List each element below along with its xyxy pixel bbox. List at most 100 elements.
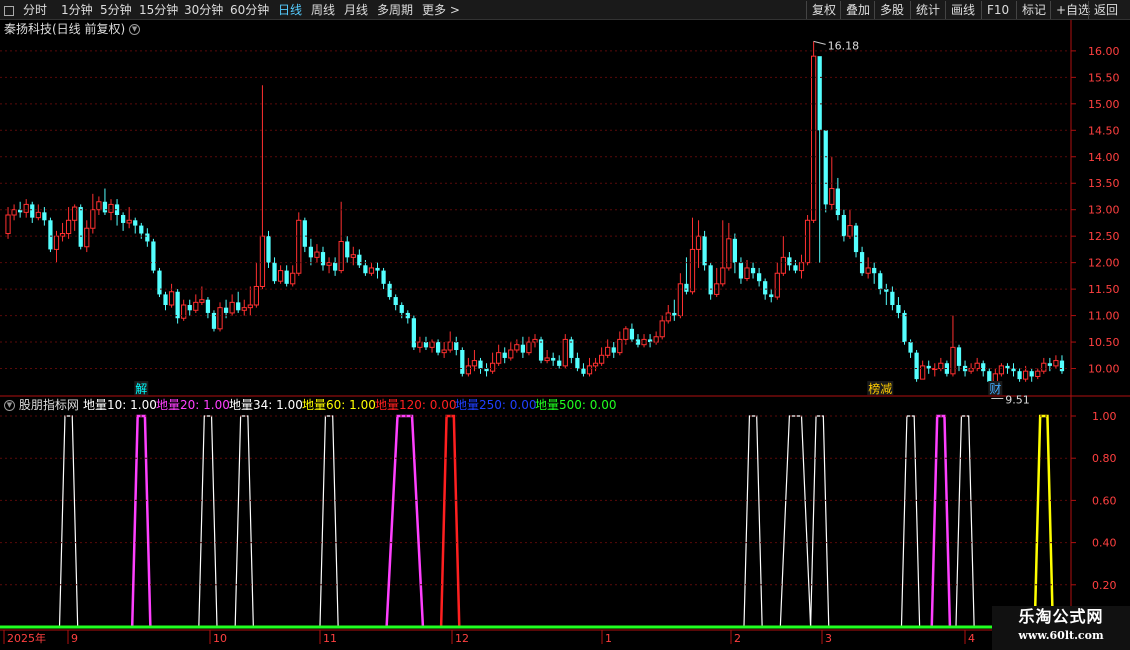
indicator-label-dl120: 地量120: 0.00 [375, 398, 457, 412]
candle-body [938, 362, 944, 370]
candle-body [1011, 368, 1016, 372]
candle-body [363, 265, 368, 274]
candle-body [387, 283, 392, 298]
candle-body [769, 294, 774, 298]
candle-body [478, 360, 483, 369]
price-axis: 16.00 15.50 15.00 14.50 14.00 13.50 13.00 12.50… [0, 45, 1120, 376]
candle-body [120, 215, 126, 223]
price-tick-label: 10.50 [1088, 336, 1120, 349]
candle-body [720, 267, 726, 285]
candle-body [872, 267, 877, 274]
candle-body [780, 256, 786, 274]
candle-body [623, 328, 629, 340]
price-tick-label: 11.00 [1088, 310, 1120, 323]
price-tick-label: 12.00 [1088, 257, 1120, 270]
candle-body [90, 209, 96, 229]
candle-body [205, 299, 211, 313]
candle-body [829, 188, 835, 205]
time-tick-label: 4 [968, 632, 975, 645]
candle-body [1059, 360, 1065, 372]
indicator-pulse [234, 415, 254, 628]
candle-body [617, 338, 623, 354]
annotations: 16.18 9.51 解 榜减 财 [134, 39, 1030, 406]
price-tick-label: 10.00 [1088, 363, 1120, 376]
candle-body [908, 342, 913, 353]
candle-body [247, 304, 253, 309]
candle-body [756, 273, 762, 282]
chart-canvas[interactable]: 16.00 15.50 15.00 14.50 14.00 13.50 13.00 12.50… [0, 0, 1130, 650]
candle-body [42, 212, 47, 221]
candle-body [53, 235, 60, 250]
candle-body [811, 55, 817, 221]
chevron-down-icon[interactable]: ▼ [4, 400, 15, 411]
candle-body [84, 227, 90, 248]
candle-body [199, 299, 205, 303]
candle-body [665, 312, 671, 322]
candle-body [460, 350, 465, 374]
candle-body [375, 267, 380, 271]
indicator-header[interactable]: ▼ 股朋指标网 [4, 398, 79, 413]
candle-body [290, 272, 296, 285]
candle-body [168, 291, 175, 306]
candle-body [695, 235, 702, 250]
low-label: 9.51 [1005, 393, 1029, 406]
candle-body [817, 56, 822, 131]
candle-body [496, 352, 502, 364]
candle-body [981, 363, 986, 372]
candle-body [447, 341, 453, 351]
candle-body [30, 204, 35, 218]
candle-body [259, 235, 266, 287]
indicator-tick-label: 0.20 [1092, 579, 1117, 592]
candle-body [163, 294, 168, 305]
indicator-series [0, 414, 1070, 629]
time-tick-label: 10 [213, 632, 227, 645]
price-tick-label: 15.50 [1088, 71, 1120, 84]
time-tick-label: 12 [455, 632, 469, 645]
candle-body [502, 352, 507, 358]
candle-body [217, 307, 223, 330]
candle-body [726, 238, 732, 269]
candle-body [78, 207, 83, 247]
indicator-pulse [198, 415, 218, 628]
event-marker: 榜减 [868, 381, 892, 396]
candle-body [914, 352, 919, 380]
time-tick-label: 9 [71, 632, 78, 645]
candle-body [441, 349, 447, 354]
candle-body [72, 206, 78, 221]
candle-body [581, 368, 586, 374]
candle-body [798, 262, 805, 272]
indicator-tick-label: 1.00 [1092, 410, 1117, 423]
price-tick-label: 14.00 [1088, 151, 1120, 164]
price-tick-label: 13.50 [1088, 177, 1120, 190]
indicator-pulse [743, 415, 763, 628]
candle-body [126, 219, 132, 224]
indicator-label-dl60: 地量60: 1.00 [302, 398, 376, 412]
candle-body [296, 219, 302, 274]
candle-body [314, 251, 320, 258]
time-axis: 2025年 9 10 11 12 1 2 3 4 [3, 630, 975, 645]
candle-body [744, 267, 750, 280]
candle-body [23, 203, 29, 213]
candle-body [508, 349, 514, 359]
candle-body [804, 219, 811, 264]
candle-body [139, 225, 144, 234]
indicator-label-dl250: 地量250: 0.00 [455, 398, 537, 412]
candle-body [11, 209, 17, 216]
indicator-label-dl10: 地量10: 1.00 [83, 398, 157, 412]
candle-body [332, 262, 338, 271]
candle-body [865, 267, 871, 274]
candle-body [629, 328, 635, 340]
candle-body [35, 211, 41, 219]
price-tick-label: 13.00 [1088, 204, 1120, 217]
candle-body [653, 336, 659, 343]
price-tick-label: 11.50 [1088, 283, 1120, 296]
candle-body [308, 246, 314, 258]
candle-body [320, 252, 326, 266]
candle-body [175, 291, 180, 319]
candle-body [956, 347, 962, 366]
candle-body [763, 281, 768, 295]
candle-body [920, 365, 926, 380]
time-tick-label: 2 [734, 632, 741, 645]
indicator-pulse [130, 414, 152, 628]
candle-body [708, 265, 713, 295]
